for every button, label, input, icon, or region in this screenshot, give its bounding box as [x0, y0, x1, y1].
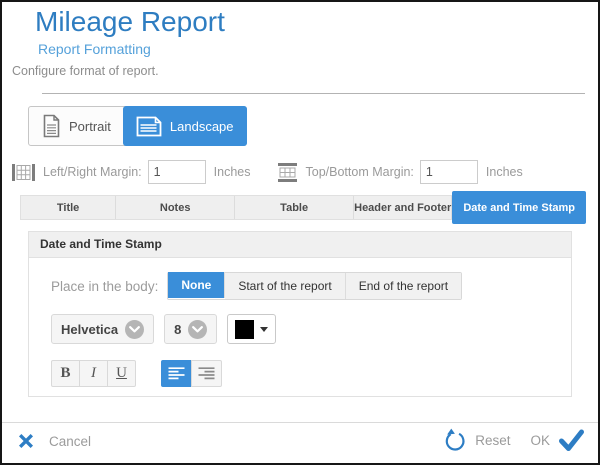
- ok-check-icon: [558, 429, 585, 452]
- date-time-stamp-panel: Date and Time Stamp Place in the body: N…: [28, 231, 572, 397]
- align-left-icon: [168, 367, 185, 380]
- tab-header-and-footer[interactable]: Header and Footer: [354, 196, 452, 219]
- ok-button[interactable]: OK: [530, 429, 585, 452]
- panel-title: Date and Time Stamp: [29, 232, 571, 258]
- page-subtitle: Report Formatting: [38, 41, 151, 57]
- landscape-label: Landscape: [170, 119, 234, 134]
- text-style-row: B I U: [51, 360, 222, 387]
- cancel-button[interactable]: Cancel: [18, 433, 91, 449]
- top-bottom-margin-group: Top/Bottom Margin: Inches: [277, 160, 523, 184]
- orientation-toggle: Portrait Landscape: [28, 106, 247, 146]
- placement-option-end[interactable]: End of the report: [346, 273, 461, 299]
- align-right-button[interactable]: [191, 360, 222, 387]
- font-row: Helvetica 8: [51, 314, 276, 344]
- footer-actions: Reset OK: [442, 428, 585, 453]
- landscape-page-icon: [136, 116, 162, 137]
- caret-down-icon: [260, 327, 268, 332]
- left-right-margin-group: Left/Right Margin: Inches: [12, 160, 251, 184]
- portrait-page-icon: [42, 114, 61, 138]
- portrait-label: Portrait: [69, 119, 111, 134]
- page-description: Configure format of report.: [12, 64, 159, 78]
- font-family-value: Helvetica: [61, 322, 118, 337]
- placement-option-none[interactable]: None: [168, 272, 225, 298]
- bold-button[interactable]: B: [51, 360, 80, 387]
- top-bottom-margin-unit: Inches: [486, 165, 523, 179]
- tab-notes[interactable]: Notes: [116, 196, 235, 219]
- placement-button-group: None Start of the report End of the repo…: [167, 272, 462, 300]
- placement-option-start[interactable]: Start of the report: [225, 273, 345, 299]
- font-size-value: 8: [174, 322, 181, 337]
- font-color-dropdown[interactable]: [227, 314, 276, 344]
- left-right-margin-input[interactable]: [148, 160, 206, 184]
- page-title: Mileage Report: [35, 6, 225, 38]
- ok-label: OK: [530, 433, 550, 448]
- placement-row: Place in the body: None Start of the rep…: [51, 272, 462, 300]
- chevron-down-icon: [125, 320, 144, 339]
- underline-button[interactable]: U: [107, 360, 136, 387]
- tab-date-and-time-stamp[interactable]: Date and Time Stamp: [452, 191, 586, 224]
- left-right-margin-unit: Inches: [214, 165, 251, 179]
- reset-label: Reset: [475, 433, 510, 448]
- chevron-down-icon: [188, 320, 207, 339]
- tab-title[interactable]: Title: [21, 196, 116, 219]
- left-right-margin-icon: [12, 163, 35, 182]
- margins-row: Left/Right Margin: Inches Top/Bottom Mar…: [12, 158, 523, 186]
- cancel-x-icon: [18, 433, 34, 449]
- header-divider: [42, 93, 585, 94]
- top-bottom-margin-icon: [277, 163, 298, 182]
- top-bottom-margin-label: Top/Bottom Margin:: [306, 165, 414, 179]
- reset-button[interactable]: Reset: [442, 428, 510, 453]
- reset-icon: [442, 428, 467, 453]
- portrait-button[interactable]: Portrait: [29, 107, 124, 145]
- footer-divider: [2, 422, 598, 423]
- italic-button[interactable]: I: [79, 360, 108, 387]
- tab-table[interactable]: Table: [235, 196, 354, 219]
- landscape-button[interactable]: Landscape: [123, 106, 247, 146]
- section-tabbar: Title Notes Table Header and Footer Date…: [20, 195, 586, 220]
- align-right-icon: [198, 367, 215, 380]
- placement-label: Place in the body:: [51, 279, 158, 294]
- report-formatting-dialog: Mileage Report Report Formatting Configu…: [0, 0, 600, 465]
- left-right-margin-label: Left/Right Margin:: [43, 165, 142, 179]
- alignment-group: [161, 360, 222, 387]
- top-bottom-margin-input[interactable]: [420, 160, 478, 184]
- color-swatch: [235, 320, 254, 339]
- cancel-label: Cancel: [49, 434, 91, 449]
- font-size-dropdown[interactable]: 8: [164, 314, 217, 344]
- align-left-button[interactable]: [161, 360, 192, 387]
- text-style-group: B I U: [51, 360, 136, 387]
- font-family-dropdown[interactable]: Helvetica: [51, 314, 154, 344]
